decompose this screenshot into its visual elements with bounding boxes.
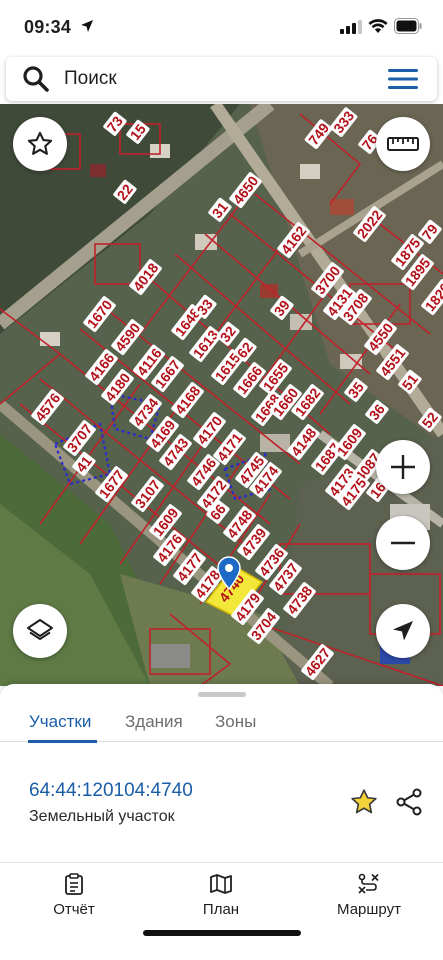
status-bar: 09:34 bbox=[0, 0, 443, 56]
nav-plan[interactable]: План bbox=[166, 873, 276, 923]
ruler-button[interactable] bbox=[376, 117, 430, 171]
star-outline-icon bbox=[27, 131, 53, 155]
wifi-icon bbox=[368, 19, 388, 33]
cellular-signal-icon bbox=[340, 20, 362, 34]
share-icon[interactable] bbox=[394, 787, 424, 817]
nav-route[interactable]: Маршрут bbox=[314, 873, 424, 923]
battery-icon bbox=[394, 18, 422, 34]
hamburger-menu-icon[interactable] bbox=[386, 67, 420, 91]
sheet-grabber[interactable] bbox=[198, 692, 246, 697]
search-input[interactable] bbox=[64, 65, 364, 93]
nav-report[interactable]: Отчёт bbox=[19, 873, 129, 923]
zoom-out-button[interactable] bbox=[376, 516, 430, 570]
search-bar[interactable] bbox=[6, 57, 437, 101]
layers-icon bbox=[27, 619, 53, 640]
locate-me-button[interactable] bbox=[376, 604, 430, 658]
location-arrow-icon bbox=[81, 20, 93, 32]
cadastral-map[interactable]: 7315749333761392246503120227941621875189… bbox=[0, 104, 443, 686]
home-indicator bbox=[143, 930, 301, 936]
map-plan-icon bbox=[210, 874, 232, 894]
layers-button[interactable] bbox=[13, 604, 67, 658]
tab-zones[interactable]: Зоны bbox=[215, 712, 256, 732]
map-pin-icon[interactable] bbox=[216, 556, 242, 590]
plus-icon bbox=[391, 455, 415, 479]
tab-parcels[interactable]: Участки bbox=[29, 712, 91, 732]
nav-report-label: Отчёт bbox=[53, 901, 95, 918]
sheet-tabs: Участки Здания Зоны bbox=[0, 702, 443, 743]
zoom-in-button[interactable] bbox=[376, 440, 430, 494]
parcel-card[interactable]: 64:44:120104:4740 Земельный участок bbox=[0, 744, 443, 862]
nav-plan-label: План bbox=[202, 901, 240, 918]
navigation-arrow-icon bbox=[393, 621, 413, 641]
active-tab-indicator bbox=[28, 740, 97, 743]
nav-route-label: Маршрут bbox=[337, 901, 401, 918]
minus-icon bbox=[391, 541, 415, 545]
status-time: 09:34 bbox=[24, 17, 72, 37]
route-icon bbox=[358, 873, 379, 894]
bottom-sheet[interactable]: Участки Здания Зоны 64:44:120104:4740 Зе… bbox=[0, 684, 443, 960]
cadastral-number[interactable]: 64:44:120104:4740 bbox=[29, 780, 193, 802]
search-icon[interactable] bbox=[22, 65, 50, 93]
ruler-icon bbox=[387, 137, 419, 151]
bottom-navigation: Отчёт План Маршрут bbox=[0, 862, 443, 960]
favorite-map-button[interactable] bbox=[13, 117, 67, 171]
star-icon[interactable] bbox=[349, 787, 379, 817]
report-clipboard-icon bbox=[65, 873, 83, 895]
parcel-type: Земельный участок bbox=[29, 808, 175, 825]
tab-buildings[interactable]: Здания bbox=[125, 712, 183, 732]
